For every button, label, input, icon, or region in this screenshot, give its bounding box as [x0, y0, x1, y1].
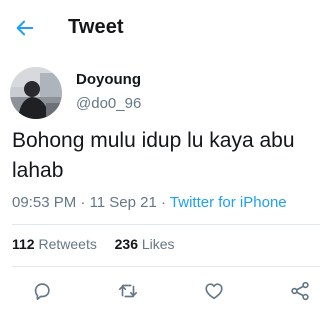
retweets-count: 112 — [12, 236, 35, 252]
retweets-label: Retweets — [38, 236, 97, 252]
tweet-source-link[interactable]: Twitter for iPhone — [170, 194, 287, 211]
likes-label: Likes — [141, 236, 175, 252]
tweet-time: 09:53 PM — [12, 194, 77, 211]
page-title: Tweet — [68, 16, 124, 38]
tweet-actions-bar — [0, 276, 320, 306]
share-button[interactable] — [287, 278, 313, 304]
retweet-button[interactable] — [115, 278, 141, 304]
tweet-text: Bohong mulu idup lu kaya abu lahab — [12, 129, 295, 182]
likes-stat[interactable]: 236 Likes — [115, 236, 175, 252]
heart-icon — [205, 283, 223, 300]
author-display-name[interactable]: Doyoung — [76, 71, 141, 88]
back-button[interactable] — [12, 15, 38, 41]
tweet-meta: 09:53 PM · 11 Sep 21 · Twitter for iPhon… — [12, 194, 287, 211]
tweet-screen: Tweet Doyoung @do0_96 Bohong mulu idup l… — [0, 0, 320, 320]
reply-icon — [34, 283, 50, 301]
meta-separator: · — [80, 194, 86, 211]
avatar[interactable] — [10, 67, 62, 119]
retweet-icon — [118, 284, 138, 298]
divider — [12, 266, 320, 267]
share-icon — [291, 281, 309, 301]
reply-button[interactable] — [29, 278, 55, 304]
likes-count: 236 — [114, 236, 138, 252]
retweets-stat[interactable]: 112 Retweets — [12, 236, 101, 252]
like-button[interactable] — [201, 278, 227, 304]
top-bar: Tweet — [0, 0, 320, 56]
tweet-date: 11 Sep 21 — [89, 194, 157, 211]
profile-photo — [10, 67, 62, 119]
author-handle[interactable]: @do0_96 — [76, 95, 141, 112]
arrow-left-icon — [16, 20, 34, 36]
meta-separator: · — [161, 194, 167, 211]
divider — [12, 224, 320, 225]
tweet-stats: 112 Retweets 236 Likes — [12, 236, 175, 252]
